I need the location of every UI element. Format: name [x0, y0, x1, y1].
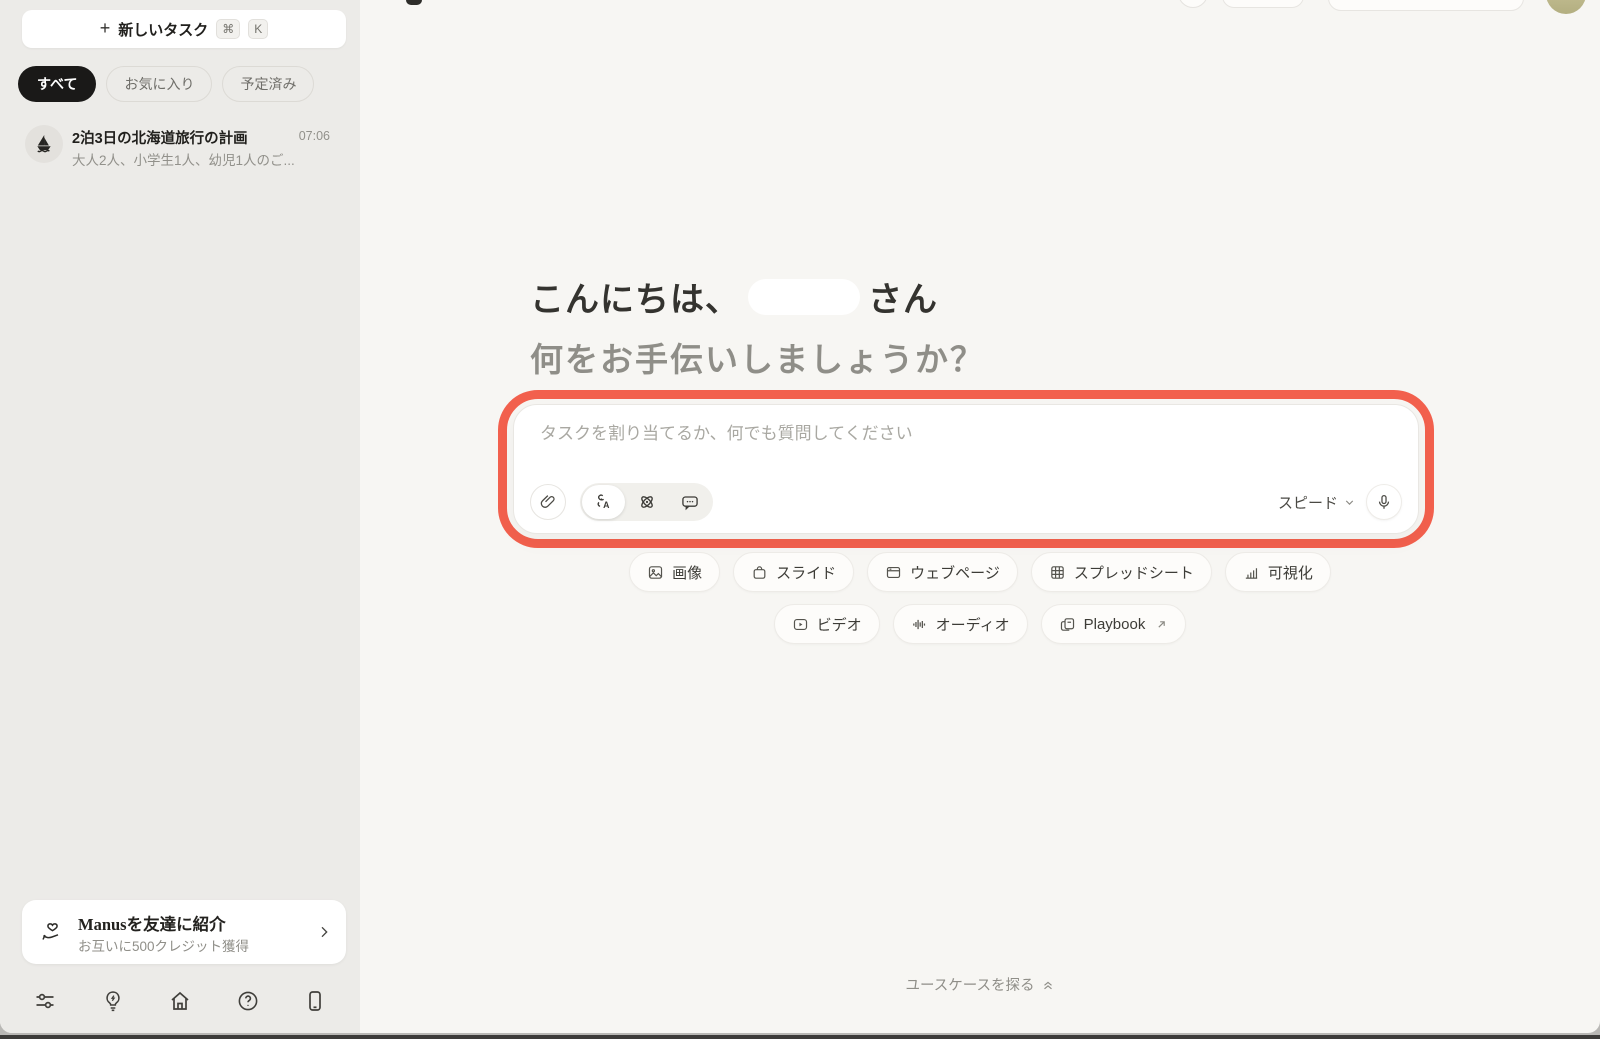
composer-toolbar: A: [530, 483, 1402, 521]
explore-use-cases[interactable]: ユースケースを探る: [360, 974, 1600, 995]
chat-mode-icon[interactable]: [668, 485, 711, 519]
chip-slides[interactable]: スライド: [733, 552, 854, 592]
composer: A: [513, 404, 1419, 534]
audio-icon: [911, 616, 928, 633]
agent-mode-icon[interactable]: [625, 485, 668, 519]
paperclip-icon: [539, 493, 557, 511]
referral-subtitle: お互いに500クレジット獲得: [78, 935, 249, 955]
double-chevron-up-icon: [1041, 978, 1055, 992]
top-right-wide-button[interactable]: [1328, 0, 1524, 11]
manus-logo-sliver: [406, 0, 422, 5]
top-right-icon-button[interactable]: [1178, 0, 1208, 8]
chevron-down-icon: [1343, 496, 1356, 509]
hand-heart-icon: [40, 920, 64, 944]
chip-visualization[interactable]: 可視化: [1225, 552, 1331, 592]
home-icon[interactable]: [167, 988, 193, 1014]
redacted-username: [748, 279, 860, 315]
sidebar: + 新しいタスク ⌘ K すべて お気に入り 予定済み 2泊3日の北海道旅行の計…: [0, 0, 360, 1033]
task-list-item[interactable]: 2泊3日の北海道旅行の計画 07:06 大人2人、小学生1人、幼児1人のご...: [10, 118, 350, 178]
mode-switcher: A: [580, 483, 713, 521]
spreadsheet-icon: [1049, 564, 1066, 581]
mobile-app-icon[interactable]: [302, 988, 328, 1014]
explore-label: ユースケースを探る: [905, 974, 1034, 995]
filter-favorites[interactable]: お気に入り: [106, 66, 212, 102]
app-window: + 新しいタスク ⌘ K すべて お気に入り 予定済み 2泊3日の北海道旅行の計…: [0, 0, 1600, 1033]
arrow-up-right-icon: [1155, 618, 1168, 631]
referral-title: Manusを友達に紹介: [78, 911, 226, 935]
top-right-button[interactable]: [1222, 0, 1304, 8]
chart-icon: [1243, 564, 1260, 581]
user-avatar[interactable]: [1546, 0, 1586, 14]
settings-sliders-icon[interactable]: [32, 988, 58, 1014]
plus-icon: +: [100, 19, 111, 37]
attach-button[interactable]: [530, 484, 566, 520]
chevron-right-icon: [316, 924, 332, 940]
microphone-icon: [1375, 493, 1393, 511]
window-bottom-edge: [0, 1035, 1600, 1039]
task-filters: すべて お気に入り 予定済み: [18, 66, 314, 102]
lightbulb-icon[interactable]: [100, 988, 126, 1014]
capability-chips-row-2: ビデオ オーディオ Playbook: [360, 604, 1600, 644]
filter-scheduled[interactable]: 予定済み: [222, 66, 314, 102]
chip-audio[interactable]: オーディオ: [893, 604, 1028, 644]
greeting-suffix: さん: [868, 272, 938, 321]
sailboat-icon: [25, 125, 63, 163]
playbook-icon: [1059, 616, 1076, 633]
task-title: 2泊3日の北海道旅行の計画: [72, 127, 302, 148]
task-input[interactable]: [540, 419, 1380, 449]
microphone-button[interactable]: [1366, 484, 1402, 520]
task-time: 07:06: [299, 129, 330, 143]
filter-all[interactable]: すべて: [18, 66, 96, 102]
referral-card[interactable]: Manusを友達に紹介 お互いに500クレジット獲得: [22, 900, 346, 964]
webpage-icon: [885, 564, 902, 581]
adaptive-mode-icon[interactable]: A: [582, 485, 625, 519]
chip-playbook[interactable]: Playbook: [1041, 604, 1187, 644]
new-task-button[interactable]: + 新しいタスク ⌘ K: [22, 10, 346, 48]
video-icon: [792, 616, 809, 633]
speed-mode-selector[interactable]: スピード: [1278, 492, 1356, 513]
chip-video[interactable]: ビデオ: [774, 604, 880, 644]
task-subtitle: 大人2人、小学生1人、幼児1人のご...: [72, 149, 334, 169]
chip-image[interactable]: 画像: [629, 552, 720, 592]
capability-chips-row-1: 画像 スライド ウェブページ: [360, 552, 1600, 592]
k-keycap: K: [248, 19, 268, 39]
chip-webpage[interactable]: ウェブページ: [867, 552, 1018, 592]
chip-spreadsheet[interactable]: スプレッドシート: [1031, 552, 1212, 592]
help-icon[interactable]: [235, 988, 261, 1014]
greeting-prefix: こんにちは、: [530, 272, 740, 321]
command-keycap: ⌘: [216, 19, 240, 39]
greeting: こんにちは、 さん 何をお手伝いしましょうか？: [530, 272, 985, 381]
svg-text:A: A: [603, 500, 610, 510]
image-icon: [647, 564, 664, 581]
slides-icon: [751, 564, 768, 581]
speed-label: スピード: [1278, 492, 1338, 513]
greeting-question: 何をお手伝いしましょうか？: [530, 333, 985, 381]
sidebar-footer: [32, 988, 328, 1014]
new-task-label: 新しいタスク: [118, 19, 208, 40]
